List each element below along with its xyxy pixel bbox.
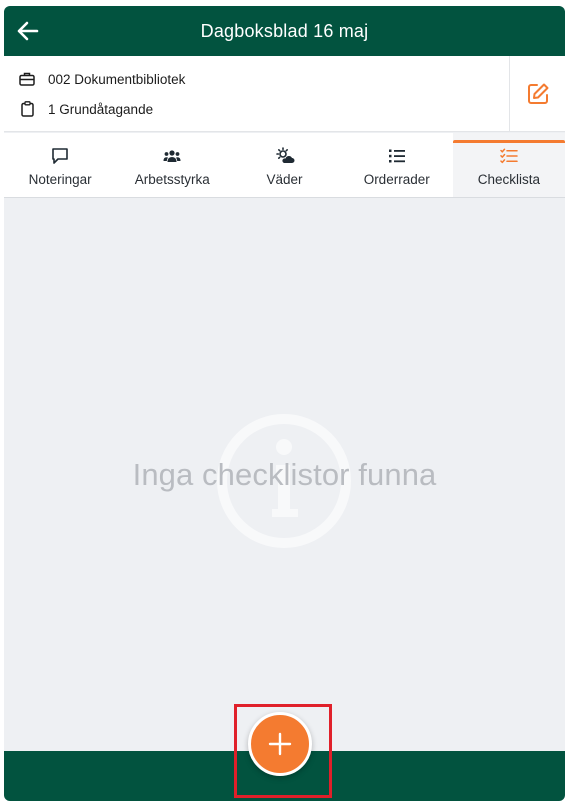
list-icon <box>388 145 406 167</box>
back-button[interactable] <box>14 17 42 45</box>
comment-icon <box>51 145 69 167</box>
plus-icon <box>268 732 292 756</box>
tab-vader[interactable]: Väder <box>228 133 340 197</box>
order-row: 1 Grundåtagande <box>18 100 153 118</box>
tab-noteringar[interactable]: Noteringar <box>4 133 116 197</box>
top-app-bar: Dagboksblad 16 maj <box>4 6 565 56</box>
edit-icon <box>527 83 548 104</box>
tab-checklista[interactable]: Checklista <box>452 133 565 197</box>
weather-icon <box>275 145 295 167</box>
project-name: 002 Dokumentbibliotek <box>48 71 186 87</box>
empty-state-message: Inga checklistor funna <box>132 457 437 492</box>
tab-bar: Noteringar Arbetsstyrka Väder Orderrader… <box>4 133 565 198</box>
add-checklist-button[interactable] <box>248 712 312 776</box>
order-name: 1 Grundåtagande <box>48 101 154 117</box>
tab-label: Checklista <box>477 172 541 187</box>
tab-orderrader[interactable]: Orderrader <box>341 133 453 197</box>
tab-label: Väder <box>266 172 303 187</box>
clipboard-icon <box>18 100 36 118</box>
users-icon <box>163 145 181 167</box>
tab-label: Noteringar <box>28 172 92 187</box>
checklist-icon <box>500 145 518 167</box>
page-title: Dagboksblad 16 maj <box>200 21 369 41</box>
checklist-content: Inga checklistor funna <box>4 199 565 751</box>
edit-button[interactable] <box>509 56 565 132</box>
briefcase-icon <box>18 70 36 88</box>
tab-arbetsstyrka[interactable]: Arbetsstyrka <box>116 133 228 197</box>
tab-label: Orderrader <box>363 172 430 187</box>
tab-label: Arbetsstyrka <box>134 172 210 187</box>
arrow-left-icon <box>17 21 39 41</box>
app-frame: Dagboksblad 16 maj 002 Dokumentbibliotek… <box>4 6 565 801</box>
project-row: 002 Dokumentbibliotek <box>18 70 185 88</box>
info-panel: 002 Dokumentbibliotek 1 Grundåtagande <box>4 56 565 132</box>
